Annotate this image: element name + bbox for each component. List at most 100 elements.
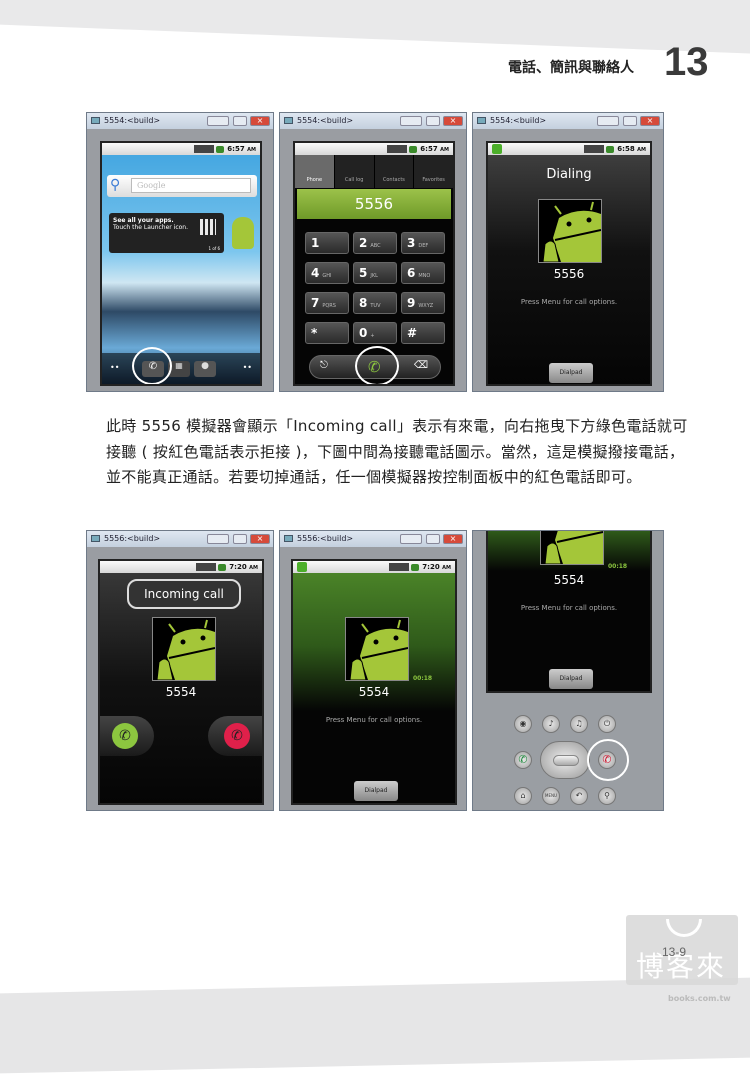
ampm: AM <box>249 565 258 571</box>
tab-favorites[interactable]: Favorites <box>414 155 453 188</box>
key-letters: MNO <box>418 273 431 279</box>
key-6[interactable]: 6 MNO <box>401 262 445 284</box>
maximize-button[interactable] <box>623 116 637 126</box>
key-digit: 8 <box>359 296 368 310</box>
battery-icon <box>411 563 420 571</box>
key-digit: 4 <box>311 266 320 280</box>
maximize-button[interactable] <box>233 116 247 126</box>
tab-call-log[interactable]: Call log <box>334 155 375 188</box>
signal-icon <box>196 563 217 571</box>
volume-down-button[interactable]: ♪ <box>542 715 560 733</box>
call-status-icon <box>297 562 307 572</box>
tab-phone[interactable]: Phone <box>295 155 335 188</box>
call-hint: Press Menu for call options. <box>520 604 618 612</box>
key-letters: WXYZ <box>418 303 434 309</box>
minimize-button[interactable] <box>400 116 422 126</box>
dialpad-button[interactable]: Dialpad <box>354 781 398 801</box>
minimize-button[interactable] <box>400 534 422 544</box>
answer-slider[interactable]: ✆ <box>100 716 154 756</box>
key-3[interactable]: 3 DEF <box>401 232 445 254</box>
key-2[interactable]: 2 ABC <box>353 232 397 254</box>
back-button[interactable]: ↶ <box>570 787 588 805</box>
call-timer: 00:18 <box>413 675 433 682</box>
screenshot-in-call: 5556:<build> × 7:20 AM 00:18 5554 Press M… <box>279 530 467 811</box>
home-button[interactable]: ⌂ <box>514 787 532 805</box>
close-button[interactable]: × <box>250 534 270 544</box>
google-search-widget[interactable]: ⚲ Google <box>107 175 257 197</box>
decline-slider[interactable]: ✆ <box>208 716 262 756</box>
maximize-button[interactable] <box>233 534 247 544</box>
volume-up-button[interactable]: ♫ <box>570 715 588 733</box>
decline-call-icon[interactable]: ✆ <box>224 723 250 749</box>
call-hint: Press Menu for call options. <box>520 298 618 306</box>
close-button[interactable]: × <box>250 116 270 126</box>
page-number: 13-9 <box>662 945 687 959</box>
dpad[interactable] <box>540 741 590 779</box>
window-titlebar: 5556:<build> × <box>280 531 466 547</box>
power-button[interactable]: ⏻ <box>598 715 616 733</box>
minimize-button[interactable] <box>207 534 229 544</box>
key-8[interactable]: 8 TUV <box>353 292 397 314</box>
search-button[interactable]: ⚲ <box>598 787 616 805</box>
key-4[interactable]: 4 GHI <box>305 262 349 284</box>
window-icon <box>91 535 100 542</box>
browser-icon[interactable]: ● <box>194 361 216 377</box>
key-digit: 3 <box>407 236 416 250</box>
close-button[interactable]: × <box>443 116 463 126</box>
signal-icon <box>194 145 215 153</box>
window-titlebar: 5554:<build> × <box>87 113 273 129</box>
ampm: AM <box>442 565 451 571</box>
page-decoration-bottom <box>0 975 750 1074</box>
clock: 7:20 <box>229 563 247 571</box>
key-1[interactable]: 1 <box>305 232 349 254</box>
maximize-button[interactable] <box>426 534 440 544</box>
chapter-title: 電話、簡訊與聯絡人 <box>508 60 634 76</box>
clock: 6:57 <box>227 145 245 153</box>
dialing-screen: 6:58 AM Dialing 5556 Press Menu for call… <box>486 141 652 386</box>
voicemail-icon[interactable]: ⎋ <box>320 360 328 371</box>
window-icon <box>284 117 293 124</box>
call-timer: 00:18 <box>608 563 628 570</box>
caller-number: 5554 <box>553 573 585 587</box>
window-titlebar: 5554:<build> × <box>280 113 466 129</box>
dialpad-button[interactable]: Dialpad <box>549 363 593 383</box>
android-robot-icon <box>542 201 602 263</box>
key-9[interactable]: 9 WXYZ <box>401 292 445 314</box>
key-0[interactable]: 0 + <box>353 322 397 344</box>
screenshot-dialing: 5554:<build> × 6:58 AM Dialing 5556 Press… <box>472 112 664 392</box>
call-button[interactable]: ✆ <box>514 751 532 769</box>
contact-photo <box>345 617 409 681</box>
dialer-screen: 6:57 AM Phone Call log Contacts Favorite… <box>293 141 455 386</box>
search-input[interactable]: Google <box>131 178 251 193</box>
contact-photo <box>538 199 602 263</box>
backspace-icon[interactable]: ⌫ <box>414 360 428 371</box>
tab-contacts[interactable]: Contacts <box>374 155 415 188</box>
dpad-center[interactable] <box>553 755 579 766</box>
menu-button[interactable]: MENU <box>542 787 560 805</box>
clock: 7:20 <box>422 563 440 571</box>
key-letters: TUV <box>370 303 381 309</box>
battery-icon <box>216 145 225 153</box>
window-titlebar: 5556:<build> × <box>87 531 273 547</box>
dialed-number: 5556 <box>297 189 451 219</box>
minimize-button[interactable] <box>207 116 229 126</box>
key-hash[interactable]: # <box>401 322 445 344</box>
key-5[interactable]: 5 JKL <box>353 262 397 284</box>
launcher-grid-icon <box>200 219 216 235</box>
screenshot-dialer: 5554:<build> × 6:57 AM Phone Call log Con… <box>279 112 467 392</box>
close-button[interactable]: × <box>640 116 660 126</box>
key-digit: 2 <box>359 236 368 250</box>
dialpad-button[interactable]: Dialpad <box>549 669 593 689</box>
maximize-button[interactable] <box>426 116 440 126</box>
home-screen: 6:57 AM ⚲ Google See all your apps. Touc… <box>100 141 262 386</box>
ampm: AM <box>440 147 449 153</box>
key-7[interactable]: 7 PQRS <box>305 292 349 314</box>
status-bar: 7:20 AM <box>293 561 455 573</box>
close-button[interactable]: × <box>443 534 463 544</box>
call-status-icon <box>492 144 502 154</box>
key-digit: 7 <box>311 296 320 310</box>
minimize-button[interactable] <box>597 116 619 126</box>
answer-call-icon[interactable]: ✆ <box>112 723 138 749</box>
key-star[interactable]: * <box>305 322 349 344</box>
camera-button[interactable]: ◉ <box>514 715 532 733</box>
